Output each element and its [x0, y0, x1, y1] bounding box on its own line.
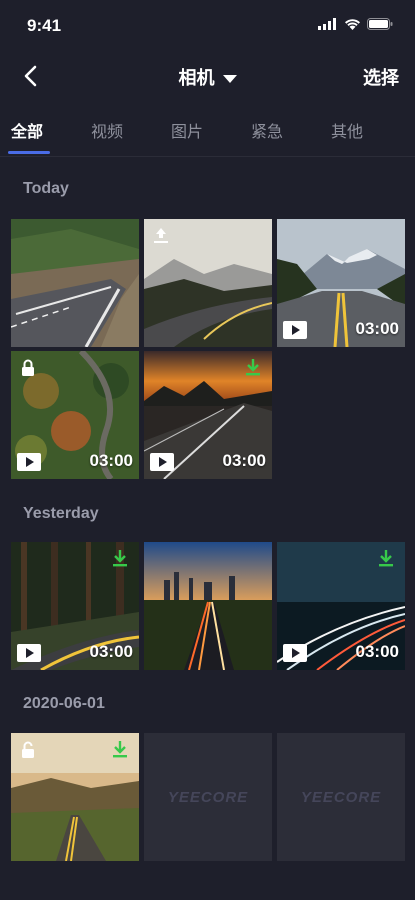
placeholder-tile: YEECORE	[144, 733, 272, 861]
status-icons	[318, 18, 393, 30]
thumbnail-image	[11, 351, 139, 479]
upload-icon	[154, 228, 168, 243]
media-item[interactable]	[11, 542, 139, 670]
battery-icon	[367, 18, 393, 30]
section-label-date: 2020-06-01	[23, 695, 105, 712]
nav-bar: 相机 选择	[0, 52, 415, 100]
thumbnail-image	[144, 542, 272, 670]
tab-all[interactable]: 全部	[11, 118, 43, 142]
placeholder-tile: YEECORE	[277, 733, 405, 861]
thumbnail-image	[11, 219, 139, 347]
media-item[interactable]	[11, 219, 139, 347]
thumbnail-image	[277, 542, 405, 670]
placeholder-logo: YEECORE	[300, 789, 382, 806]
media-item[interactable]	[277, 219, 405, 347]
tabs-divider	[0, 156, 415, 157]
cellular-signal-icon	[318, 18, 336, 30]
status-bar: 9:41	[0, 0, 415, 50]
placeholder-logo: YEECORE	[167, 789, 249, 806]
media-item[interactable]	[277, 542, 405, 670]
media-item[interactable]	[11, 351, 139, 479]
section-label-yesterday: Yesterday	[23, 505, 99, 522]
media-item[interactable]	[144, 219, 272, 347]
caret-down-icon	[222, 74, 237, 83]
thumbnail-image	[11, 733, 139, 861]
section-label-today: Today	[23, 180, 69, 197]
tab-photo[interactable]: 图片	[171, 118, 203, 142]
thumbnail-image	[277, 219, 405, 347]
page-title: 相机	[178, 68, 215, 88]
tab-other[interactable]: 其他	[331, 118, 363, 142]
media-item[interactable]	[144, 542, 272, 670]
media-item[interactable]	[144, 351, 272, 479]
thumbnail-image	[11, 542, 139, 670]
thumbnail-image	[144, 351, 272, 479]
select-button[interactable]: 选择	[363, 64, 399, 90]
wifi-icon	[345, 19, 360, 30]
status-time: 9:41	[27, 16, 62, 35]
tab-video[interactable]: 视频	[91, 118, 123, 142]
tab-emergency[interactable]: 紧急	[251, 118, 283, 142]
filter-tabs: 全部 视频 图片 紧急 其他	[0, 110, 415, 158]
media-item[interactable]	[11, 733, 139, 861]
tab-indicator	[8, 151, 50, 154]
camera-selector[interactable]: 相机	[0, 64, 415, 90]
